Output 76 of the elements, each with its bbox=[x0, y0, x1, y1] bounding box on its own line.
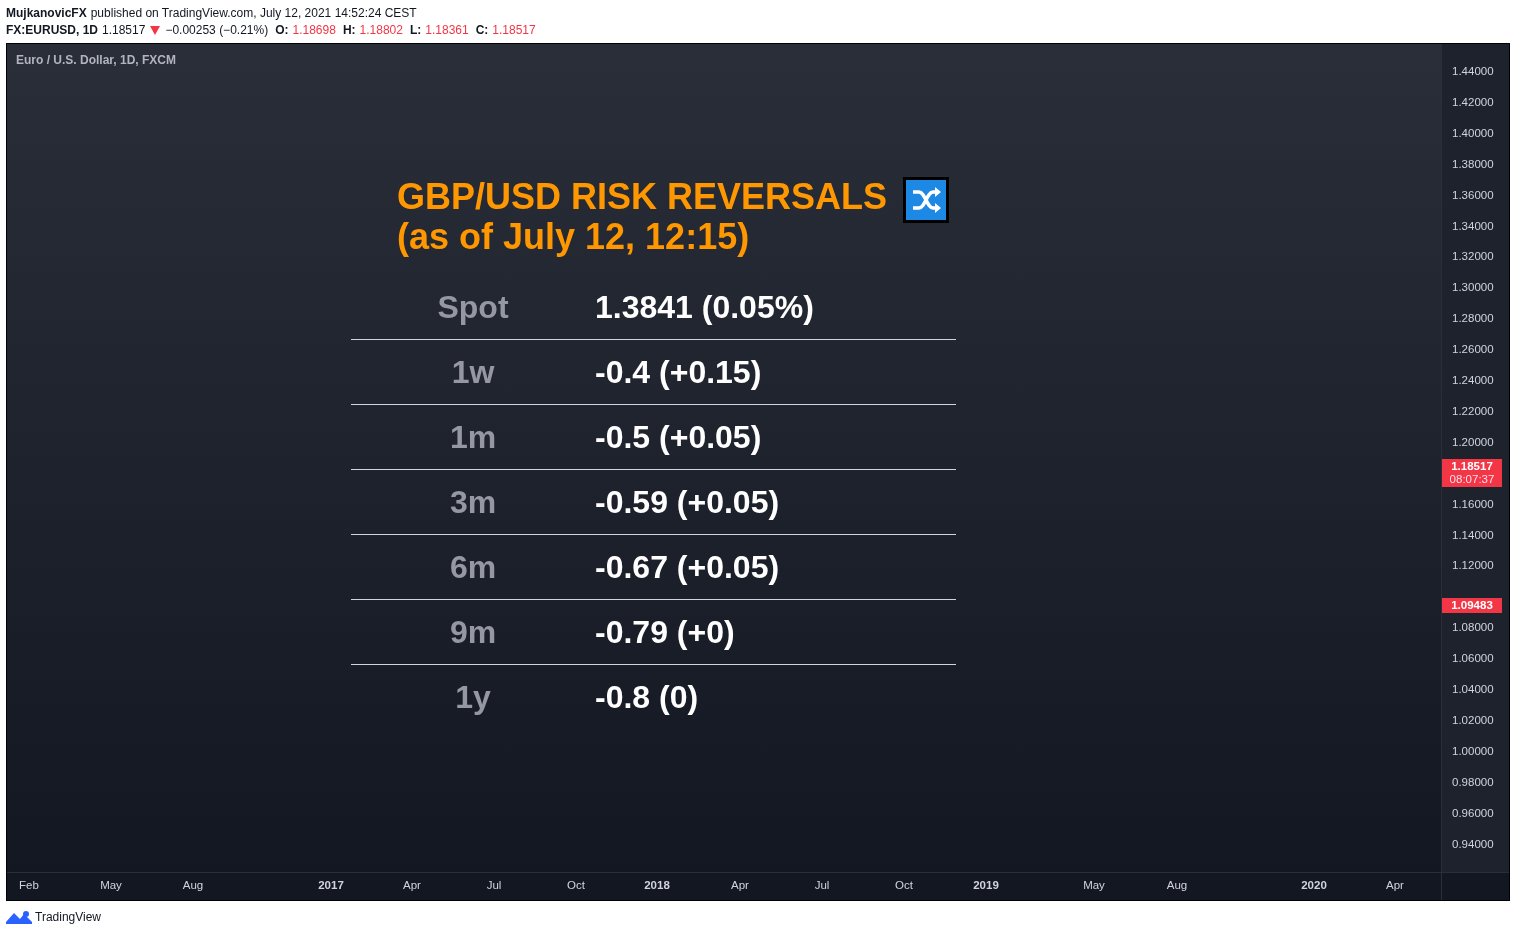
tradingview-logo-icon bbox=[6, 910, 32, 924]
price-tick: 1.00000 bbox=[1452, 744, 1494, 757]
author-name[interactable]: MujkanovicFX bbox=[6, 5, 87, 20]
price-tick: 1.38000 bbox=[1452, 157, 1494, 170]
price-tick: 1.12000 bbox=[1452, 559, 1494, 572]
risk-reversal-value: -0.67 (+0.05) bbox=[595, 548, 780, 586]
tenor-label: 6m bbox=[448, 548, 498, 586]
price-tick: 1.22000 bbox=[1452, 404, 1494, 417]
price-tick: 1.16000 bbox=[1452, 497, 1494, 510]
price-tick: 1.24000 bbox=[1452, 374, 1494, 386]
price-tick: 1.28000 bbox=[1452, 312, 1494, 325]
time-tick: Oct bbox=[567, 879, 585, 891]
ohlc-key: C: bbox=[475, 22, 489, 37]
time-tick: Apr bbox=[731, 879, 749, 891]
time-tick: 2018 bbox=[644, 879, 670, 891]
price-tick: 1.42000 bbox=[1452, 95, 1494, 108]
price-tick: 1.04000 bbox=[1452, 683, 1494, 695]
chart-title: GBP/USD RISK REVERSALS bbox=[397, 177, 888, 217]
risk-reversal-value: -0.79 (+0) bbox=[595, 613, 735, 651]
time-tick: Apr bbox=[403, 879, 421, 891]
badge-price: 1.18517 bbox=[1451, 459, 1493, 473]
price-tick: 1.34000 bbox=[1452, 219, 1494, 232]
chart-legend: Euro / U.S. Dollar, 1D, FXCM bbox=[16, 53, 177, 67]
time-tick: Oct bbox=[895, 879, 913, 891]
price-tick: 1.26000 bbox=[1452, 343, 1494, 356]
risk-reversal-value: -0.5 (+0.05) bbox=[595, 418, 762, 456]
price-tick: 1.40000 bbox=[1452, 126, 1494, 139]
price-tick: 1.30000 bbox=[1452, 281, 1494, 294]
ohlc-key: L: bbox=[409, 22, 422, 37]
time-tick: Jul bbox=[814, 879, 830, 891]
tenor-label: Spot bbox=[436, 288, 510, 326]
ohlc-key: O: bbox=[275, 22, 289, 37]
price-tick: 1.02000 bbox=[1452, 713, 1494, 726]
shuffle-icon bbox=[903, 177, 950, 223]
badge-price: 1.09483 bbox=[1451, 599, 1493, 613]
risk-reversal-value: -0.8 (0) bbox=[595, 678, 699, 716]
price-tick: 1.14000 bbox=[1452, 528, 1494, 541]
ohlc-value: 1.18361 bbox=[425, 22, 469, 37]
tenor-label: 1y bbox=[454, 678, 492, 716]
time-tick: Aug bbox=[182, 879, 204, 891]
time-tick: Feb bbox=[19, 879, 39, 891]
tenor-label: 1w bbox=[450, 353, 496, 391]
tenor-label: 3m bbox=[448, 483, 498, 521]
price-tick: 0.98000 bbox=[1452, 775, 1494, 788]
bar-countdown: 08:07:37 bbox=[1449, 472, 1495, 486]
brand-name: TradingView bbox=[35, 910, 102, 924]
price-tick: 1.06000 bbox=[1452, 652, 1494, 665]
price-tick: 1.20000 bbox=[1452, 435, 1494, 448]
tenor-label: 1m bbox=[448, 418, 498, 456]
ohlc-value: 1.18698 bbox=[292, 22, 336, 37]
price-tick: 1.36000 bbox=[1452, 188, 1494, 201]
time-tick: Apr bbox=[1386, 879, 1404, 891]
time-tick: May bbox=[100, 879, 122, 891]
price-tick: 0.94000 bbox=[1452, 837, 1494, 850]
price-tick: 1.08000 bbox=[1452, 621, 1494, 634]
time-tick: 2017 bbox=[318, 879, 344, 891]
price-tick: 1.44000 bbox=[1452, 65, 1494, 77]
last-price: 1.18517 bbox=[102, 22, 146, 37]
time-tick: Jul bbox=[486, 879, 502, 891]
price-tick: 0.96000 bbox=[1452, 806, 1494, 819]
symbol-label: FX:EURUSD, 1D bbox=[6, 22, 98, 37]
ohlc-value: 1.18517 bbox=[492, 22, 536, 37]
risk-reversal-value: 1.3841 (0.05%) bbox=[595, 288, 814, 326]
time-tick: 2020 bbox=[1301, 879, 1327, 891]
time-tick: May bbox=[1083, 879, 1105, 891]
risk-reversal-value: -0.4 (+0.15) bbox=[595, 353, 762, 391]
risk-reversal-value: -0.59 (+0.05) bbox=[595, 483, 780, 521]
price-tick: 1.32000 bbox=[1452, 250, 1494, 263]
price-change: −0.00253 (−0.21%) bbox=[165, 22, 269, 37]
time-tick: 2019 bbox=[973, 879, 999, 891]
publish-info: published on TradingView.com, July 12, 2021 14:52:24 CEST bbox=[90, 5, 417, 20]
tenor-label: 9m bbox=[448, 613, 498, 651]
ohlc-key: H: bbox=[342, 22, 356, 37]
ohlc-value: 1.18802 bbox=[359, 22, 403, 37]
time-tick: Aug bbox=[1166, 879, 1188, 891]
chart-subtitle: (as of July 12, 12:15) bbox=[397, 217, 751, 257]
